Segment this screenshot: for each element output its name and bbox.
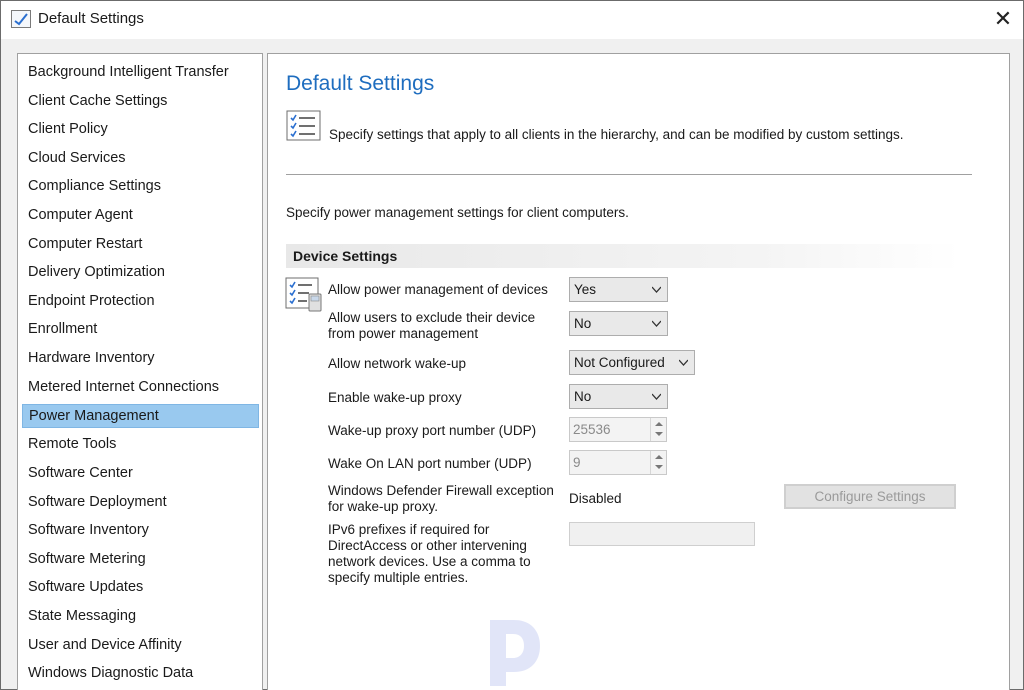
chevron-down-icon bbox=[679, 359, 688, 366]
device-settings-header: Device Settings bbox=[286, 244, 960, 268]
network-wakeup-label: Allow network wake-up bbox=[328, 356, 467, 371]
page-description: Specify settings that apply to all clien… bbox=[329, 127, 904, 142]
sidebar-item-software-updates[interactable]: Software Updates bbox=[22, 575, 259, 599]
ipv6-prefixes-label: IPv6 prefixes if required for DirectAcce… bbox=[328, 522, 531, 586]
sidebar-item-metered-internet-connections[interactable]: Metered Internet Connections bbox=[22, 375, 259, 399]
settings-content-pane: Default Settings Specify settings that a… bbox=[267, 53, 1010, 690]
sidebar-item-background-intelligent-transfer[interactable]: Background Intelligent Transfer bbox=[22, 60, 259, 84]
sidebar-item-software-inventory[interactable]: Software Inventory bbox=[22, 518, 259, 542]
chevron-down-icon bbox=[652, 286, 661, 293]
sidebar-item-state-messaging[interactable]: State Messaging bbox=[22, 604, 259, 628]
watermark-logo bbox=[484, 616, 542, 688]
power-management-value: Yes bbox=[574, 282, 597, 297]
ipv6-prefixes-input[interactable] bbox=[569, 522, 755, 546]
stepper-arrows-icon[interactable] bbox=[650, 451, 666, 474]
exclude-device-label: Allow users to exclude their device from… bbox=[328, 310, 535, 342]
stepper-arrows-icon[interactable] bbox=[650, 418, 666, 441]
wol-port-value: 9 bbox=[573, 455, 581, 470]
firewall-exception-label-line2: for wake-up proxy. bbox=[328, 499, 439, 514]
page-title: Default Settings bbox=[286, 72, 435, 95]
sidebar-item-software-deployment[interactable]: Software Deployment bbox=[22, 490, 259, 514]
close-icon[interactable]: ✕ bbox=[983, 3, 1023, 35]
ipv6-label-line3: network devices. Use a comma to bbox=[328, 554, 531, 569]
sidebar-item-computer-agent[interactable]: Computer Agent bbox=[22, 203, 259, 227]
chevron-down-icon bbox=[652, 320, 661, 327]
default-settings-window: Default Settings ✕ Background Intelligen… bbox=[0, 0, 1024, 690]
window-title: Default Settings bbox=[38, 10, 144, 27]
divider bbox=[286, 174, 972, 175]
firewall-exception-value: Disabled bbox=[569, 491, 622, 506]
sidebar-item-software-metering[interactable]: Software Metering bbox=[22, 547, 259, 571]
sidebar-item-power-management[interactable]: Power Management bbox=[22, 404, 259, 428]
exclude-device-label-line2: from power management bbox=[328, 326, 479, 341]
sidebar-item-delivery-optimization[interactable]: Delivery Optimization bbox=[22, 260, 259, 284]
sidebar-item-computer-restart[interactable]: Computer Restart bbox=[22, 232, 259, 256]
sidebar-item-windows-diagnostic-data[interactable]: Windows Diagnostic Data bbox=[22, 661, 259, 685]
wol-port-label: Wake On LAN port number (UDP) bbox=[328, 456, 532, 471]
sidebar-item-user-and-device-affinity[interactable]: User and Device Affinity bbox=[22, 633, 259, 657]
wakeup-proxy-dropdown[interactable]: No bbox=[569, 384, 668, 409]
ipv6-label-line1: IPv6 prefixes if required for bbox=[328, 522, 490, 537]
network-wakeup-dropdown[interactable]: Not Configured bbox=[569, 350, 695, 375]
settings-window-icon bbox=[11, 10, 31, 28]
proxy-port-label: Wake-up proxy port number (UDP) bbox=[328, 423, 537, 438]
sidebar-item-enrollment[interactable]: Enrollment bbox=[22, 317, 259, 341]
title-bar: Default Settings ✕ bbox=[1, 1, 1023, 39]
firewall-exception-label-line1: Windows Defender Firewall exception bbox=[328, 483, 554, 498]
network-wakeup-value: Not Configured bbox=[574, 355, 665, 370]
sidebar-item-client-cache-settings[interactable]: Client Cache Settings bbox=[22, 89, 259, 113]
power-management-dropdown[interactable]: Yes bbox=[569, 277, 668, 302]
chevron-down-icon bbox=[652, 393, 661, 400]
configure-settings-button[interactable]: Configure Settings bbox=[784, 484, 956, 509]
firewall-exception-label: Windows Defender Firewall exception for … bbox=[328, 483, 554, 515]
settings-category-list: Background Intelligent Transfer Client C… bbox=[17, 53, 263, 690]
proxy-port-stepper[interactable]: 25536 bbox=[569, 417, 667, 442]
section-description: Specify power management settings for cl… bbox=[286, 205, 629, 220]
exclude-device-value: No bbox=[574, 316, 592, 331]
proxy-port-value: 25536 bbox=[573, 422, 611, 437]
sidebar-item-endpoint-protection[interactable]: Endpoint Protection bbox=[22, 289, 259, 313]
sidebar-item-compliance-settings[interactable]: Compliance Settings bbox=[22, 174, 259, 198]
wakeup-proxy-label: Enable wake-up proxy bbox=[328, 390, 462, 405]
sidebar-item-client-policy[interactable]: Client Policy bbox=[22, 117, 259, 141]
wakeup-proxy-value: No bbox=[574, 389, 592, 404]
exclude-device-label-line1: Allow users to exclude their device bbox=[328, 310, 536, 325]
ipv6-label-line2: DirectAccess or other intervening bbox=[328, 538, 527, 553]
exclude-device-dropdown[interactable]: No bbox=[569, 311, 668, 336]
checklist-settings-icon bbox=[285, 277, 323, 313]
wol-port-stepper[interactable]: 9 bbox=[569, 450, 667, 475]
checklist-icon bbox=[286, 110, 322, 142]
ipv6-label-line4: specify multiple entries. bbox=[328, 570, 469, 585]
sidebar-item-cloud-services[interactable]: Cloud Services bbox=[22, 146, 259, 170]
section-title: Device Settings bbox=[293, 248, 398, 264]
sidebar-item-hardware-inventory[interactable]: Hardware Inventory bbox=[22, 346, 259, 370]
sidebar-item-remote-tools[interactable]: Remote Tools bbox=[22, 432, 259, 456]
sidebar-item-software-center[interactable]: Software Center bbox=[22, 461, 259, 485]
power-management-label: Allow power management of devices bbox=[328, 282, 548, 297]
